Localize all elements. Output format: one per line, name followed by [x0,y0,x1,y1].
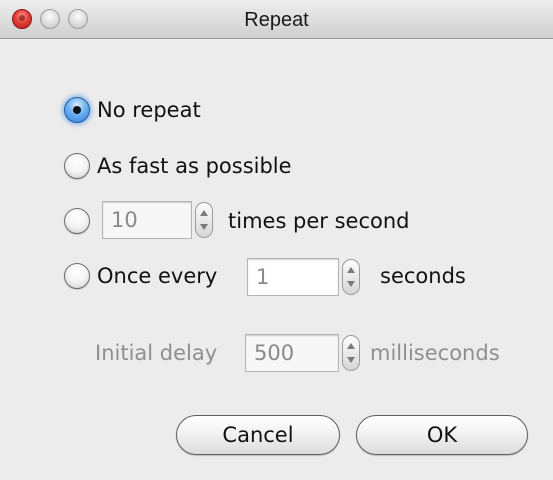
as-fast-as-possible-radio[interactable] [64,153,90,179]
title-bar: Repeat [0,0,553,39]
window-title: Repeat [244,9,309,31]
chevron-down-icon[interactable] [347,281,355,287]
cancel-button[interactable]: Cancel [176,415,340,455]
times-per-second-label: times per second [228,209,410,233]
no-repeat-radio[interactable] [64,97,90,123]
no-repeat-label[interactable]: No repeat [97,97,201,123]
as-fast-as-possible-label[interactable]: As fast as possible [97,153,292,179]
initial-delay-label: Initial delay [95,341,218,365]
milliseconds-label: milliseconds [370,341,500,365]
times-per-second-radio[interactable] [64,208,90,234]
chevron-up-icon[interactable] [347,343,355,349]
repeat-dialog: Repeat No repeat As fast as possible 10 … [0,0,553,480]
initial-delay-field[interactable]: 500 [245,334,339,372]
once-every-radio[interactable] [64,263,90,289]
once-every-label[interactable]: Once every [97,263,217,289]
chevron-up-icon[interactable] [347,267,355,273]
once-every-stepper[interactable] [342,259,360,295]
seconds-label: seconds [380,264,466,288]
chevron-up-icon[interactable] [200,210,208,216]
chevron-down-icon[interactable] [347,357,355,363]
times-per-second-field[interactable]: 10 [102,201,192,239]
ok-button[interactable]: OK [356,415,528,455]
once-every-field[interactable]: 1 [247,258,339,296]
initial-delay-stepper[interactable] [342,335,360,371]
times-per-second-stepper[interactable] [195,202,213,238]
chevron-down-icon[interactable] [200,224,208,230]
